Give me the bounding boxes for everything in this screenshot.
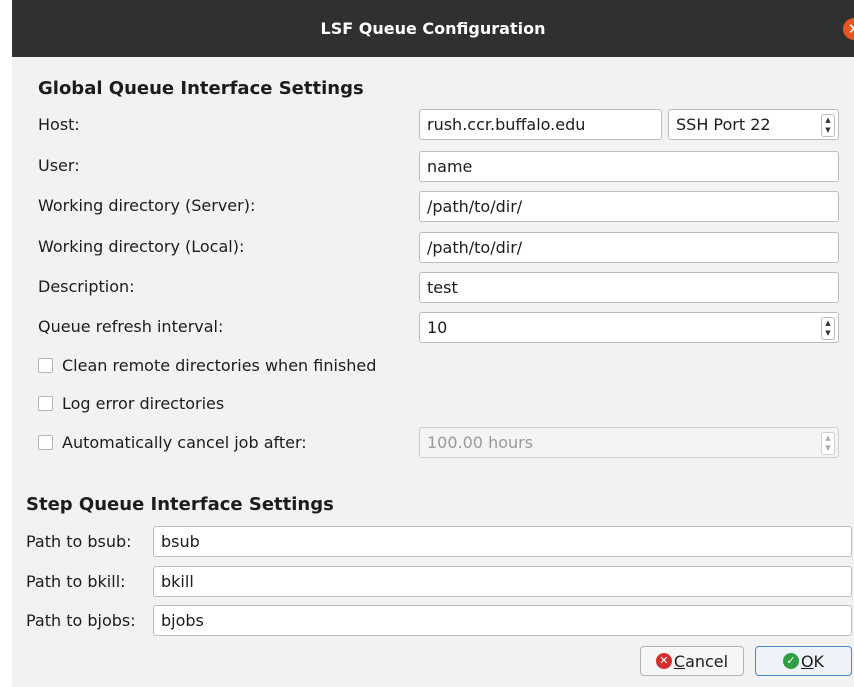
log-error-checkbox-row[interactable]: Log error directories	[38, 394, 224, 413]
user-input[interactable]: name	[419, 151, 839, 182]
global-settings-heading: Global Queue Interface Settings	[38, 78, 364, 99]
ok-button[interactable]: ✓ OK	[755, 646, 852, 676]
clean-remote-checkbox[interactable]	[38, 358, 53, 373]
host-input[interactable]: rush.ccr.buffalo.edu	[419, 109, 662, 140]
refresh-interval-label: Queue refresh interval:	[38, 317, 224, 336]
ok-label: OK	[800, 651, 825, 671]
ok-check-icon: ✓	[782, 653, 799, 669]
cancel-button[interactable]: ✕ Cancel	[640, 646, 744, 676]
bkill-label: Path to bkill:	[26, 572, 126, 591]
auto-cancel-checkbox[interactable]	[38, 435, 53, 450]
spin-arrows-icon[interactable]: ▲ ▼	[821, 114, 835, 137]
auto-cancel-checkbox-row[interactable]: Automatically cancel job after:	[38, 433, 307, 452]
auto-cancel-hours-value: 100.00 hours	[427, 433, 534, 452]
log-error-checkbox[interactable]	[38, 396, 53, 411]
step-settings-heading: Step Queue Interface Settings	[26, 494, 334, 515]
window-title: LSF Queue Configuration	[320, 19, 546, 38]
description-input[interactable]: test	[419, 272, 839, 303]
log-error-label: Log error directories	[62, 394, 225, 413]
window-titlebar: LSF Queue Configuration ✕	[12, 0, 854, 57]
cancel-label: Cancel	[673, 651, 729, 671]
cancel-icon: ✕	[655, 653, 672, 669]
refresh-interval-value: 10	[427, 318, 448, 337]
auto-cancel-label: Automatically cancel job after:	[62, 433, 307, 452]
bsub-input[interactable]: bsub	[153, 526, 852, 557]
dialog-body: Global Queue Interface Settings Host: ru…	[12, 57, 854, 687]
workdir-local-label: Working directory (Local):	[38, 237, 245, 256]
bkill-input[interactable]: bkill	[153, 566, 852, 597]
description-label: Description:	[38, 277, 135, 296]
workdir-server-input[interactable]: /path/to/dir/	[419, 191, 839, 222]
auto-cancel-hours-spinbox[interactable]: 100.00 hours ▲ ▼	[419, 427, 839, 458]
bsub-label: Path to bsub:	[26, 532, 132, 551]
refresh-interval-spinbox[interactable]: 10 ▲ ▼	[419, 312, 839, 343]
host-label: Host:	[38, 115, 80, 134]
workdir-local-input[interactable]: /path/to/dir/	[419, 232, 839, 263]
workdir-server-label: Working directory (Server):	[38, 196, 256, 215]
bjobs-label: Path to bjobs:	[26, 611, 136, 630]
ssh-port-value: SSH Port 22	[676, 115, 771, 134]
user-label: User:	[38, 156, 80, 175]
ssh-port-spinbox[interactable]: SSH Port 22 ▲ ▼	[668, 109, 839, 140]
bjobs-input[interactable]: bjobs	[153, 605, 852, 636]
clean-remote-checkbox-row[interactable]: Clean remote directories when finished	[38, 356, 376, 375]
spin-arrows-icon[interactable]: ▲ ▼	[821, 317, 835, 340]
spin-arrows-icon[interactable]: ▲ ▼	[821, 432, 835, 455]
clean-remote-label: Clean remote directories when finished	[62, 356, 377, 375]
